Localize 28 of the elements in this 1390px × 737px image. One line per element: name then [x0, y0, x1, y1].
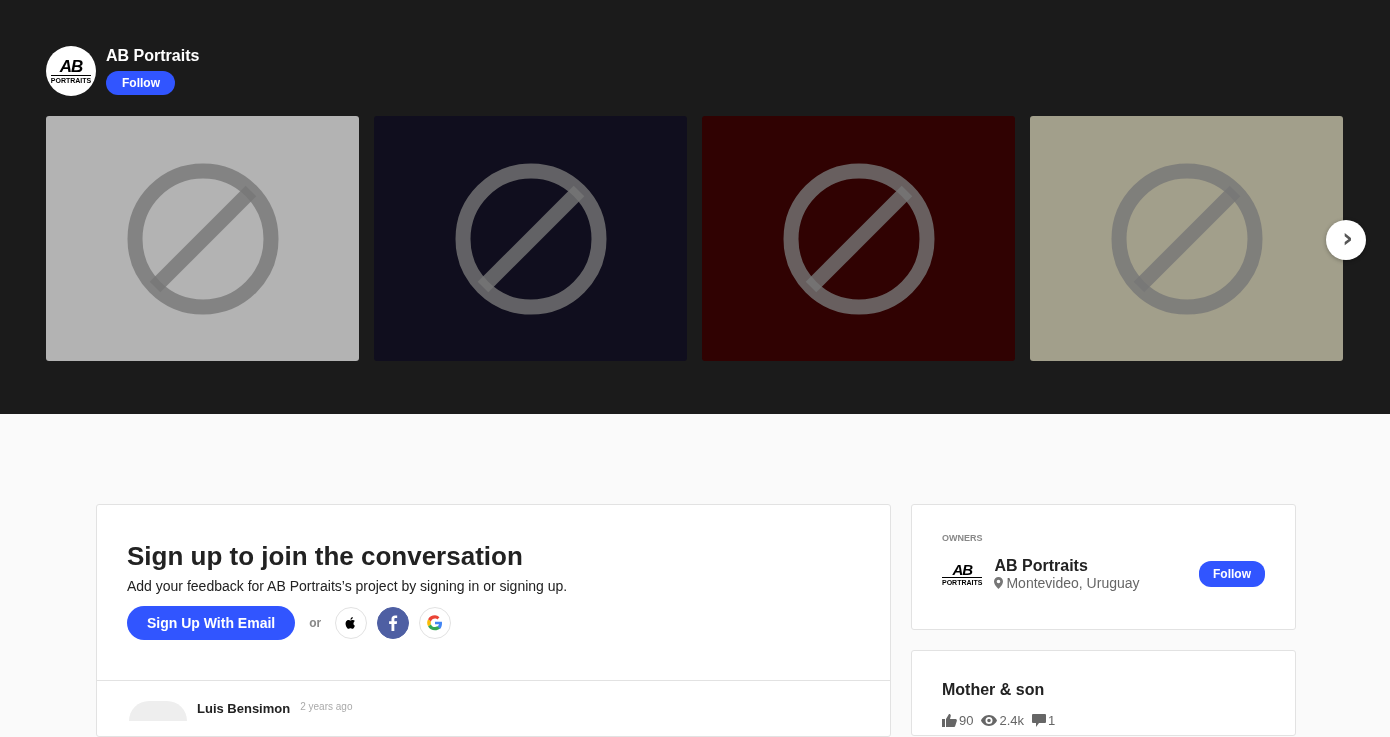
- owner-name[interactable]: AB Portraits: [994, 557, 1140, 575]
- image-placeholder[interactable]: [46, 116, 359, 361]
- project-title: Mother & son: [942, 681, 1046, 699]
- eye-icon: [981, 715, 998, 726]
- image-placeholder[interactable]: [374, 116, 687, 361]
- comment-author[interactable]: Luis Bensimon: [197, 701, 291, 716]
- apple-button[interactable]: [335, 607, 368, 639]
- owner-location: Montevideo, Uruguay: [1006, 575, 1140, 591]
- signup-text: Add your feedback for AB Portraits’s project by signing in or signing up.: [127, 578, 569, 594]
- comment-time: 2 years ago: [300, 701, 353, 712]
- view-count: 2.4k: [999, 713, 1025, 728]
- like-count: 90: [959, 713, 974, 728]
- facebook-button[interactable]: [377, 607, 410, 639]
- or-text: or: [309, 616, 322, 630]
- comment-icon: [1032, 714, 1047, 727]
- google-button[interactable]: [419, 607, 452, 639]
- comment-count: 1: [1048, 713, 1056, 728]
- location-pin-icon: [994, 577, 1004, 589]
- follow-button[interactable]: Follow: [106, 71, 175, 95]
- signup-title: Sign up to join the conversation: [127, 541, 524, 572]
- next-button[interactable]: ›: [1326, 220, 1366, 260]
- profile-name[interactable]: AB Portraits: [106, 47, 200, 65]
- google-icon: [427, 615, 444, 631]
- email-signup-button[interactable]: Sign Up With Email: [127, 606, 296, 640]
- thumbs-up-icon: [942, 714, 957, 727]
- follow-button[interactable]: Follow: [1199, 561, 1265, 587]
- owners-heading: OWNERS: [942, 533, 984, 543]
- image-placeholder[interactable]: [702, 116, 1015, 361]
